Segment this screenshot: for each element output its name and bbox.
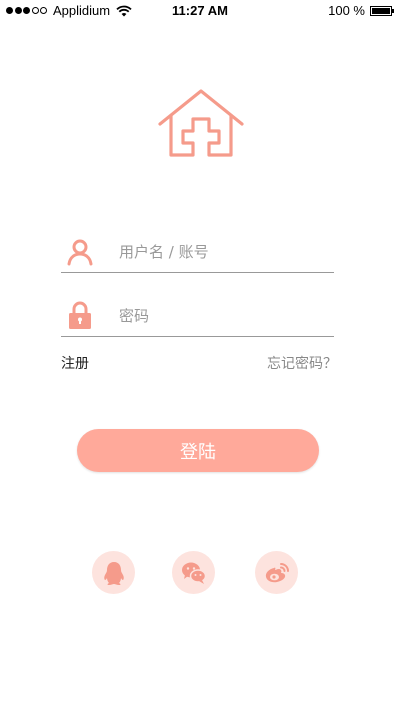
weibo-icon bbox=[265, 562, 289, 582]
username-field bbox=[61, 232, 334, 273]
auth-links: 注册 忘记密码？ bbox=[61, 353, 337, 375]
login-button[interactable]: 登陆 bbox=[77, 429, 319, 472]
forgot-password-link[interactable]: 忘记密码？ bbox=[267, 353, 337, 373]
username-input[interactable] bbox=[119, 240, 329, 264]
register-link[interactable]: 注册 bbox=[61, 353, 89, 373]
social-login-row bbox=[0, 551, 400, 594]
weibo-login-button[interactable] bbox=[255, 551, 298, 594]
password-field bbox=[61, 296, 334, 337]
status-bar: Applidium 11:27 AM 100 % bbox=[0, 0, 400, 22]
wechat-icon bbox=[181, 562, 206, 584]
qq-login-button[interactable] bbox=[92, 551, 135, 594]
battery-percent: 100 % bbox=[328, 3, 365, 18]
wechat-login-button[interactable] bbox=[172, 551, 215, 594]
house-medical-cross-icon bbox=[158, 89, 244, 157]
user-icon bbox=[67, 239, 93, 266]
password-input[interactable] bbox=[119, 304, 329, 328]
status-right: 100 % bbox=[328, 3, 394, 18]
qq-penguin-icon bbox=[103, 561, 124, 585]
battery-icon bbox=[370, 5, 394, 16]
lock-icon bbox=[69, 301, 91, 329]
